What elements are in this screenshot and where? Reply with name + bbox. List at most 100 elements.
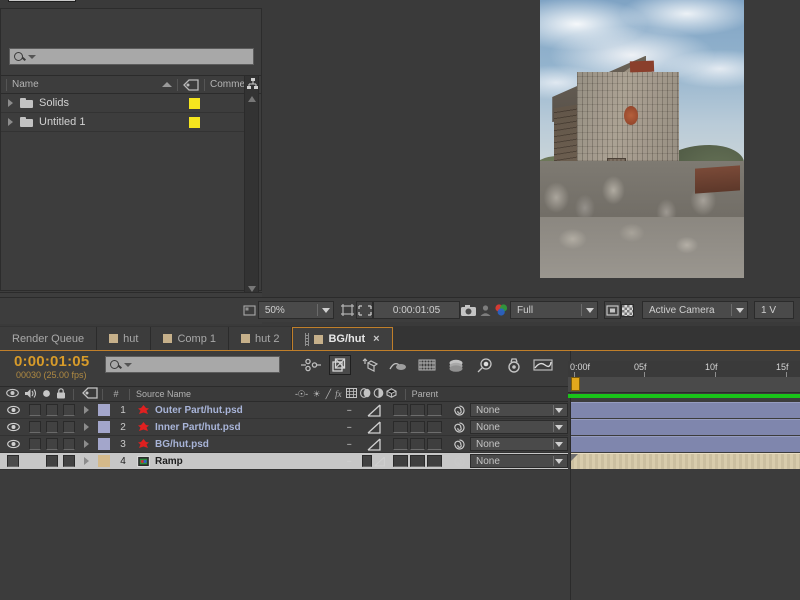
tag-icon[interactable]: [82, 387, 98, 401]
layer-label-swatch[interactable]: [95, 438, 113, 450]
resolution-control[interactable]: Full: [510, 301, 598, 319]
label-color-swatch[interactable]: [189, 98, 200, 109]
layer-source-name[interactable]: BG/hut.psd: [133, 438, 336, 450]
drag-grip-icon[interactable]: [305, 333, 309, 346]
timeline-time-track[interactable]: [568, 377, 800, 393]
region-of-interest-icon[interactable]: [340, 301, 357, 319]
table-row[interactable]: 2 Inner Part/hut.psd -- None: [0, 419, 568, 436]
layer-quality-switch[interactable]: [362, 455, 386, 468]
frame-blend-icon[interactable]: [346, 388, 357, 400]
layer-track-bar[interactable]: [571, 402, 800, 418]
current-time-indicator[interactable]: [571, 377, 580, 391]
magnification-control[interactable]: 50%: [258, 301, 334, 319]
chevron-down-icon[interactable]: [586, 308, 594, 313]
mask-outline-icon[interactable]: [356, 301, 373, 319]
layer-parent-dropdown[interactable]: None: [470, 454, 568, 468]
collapse-icon[interactable]: ☀: [313, 389, 321, 400]
layer-track-bar[interactable]: [571, 419, 800, 435]
column-source-name[interactable]: Source Name: [136, 389, 191, 399]
brainstorm-icon[interactable]: [445, 355, 467, 375]
project-column-name[interactable]: Name: [12, 79, 162, 90]
layer-video-toggle[interactable]: [0, 422, 26, 432]
layer-source-name[interactable]: Inner Part/hut.psd: [133, 421, 336, 433]
project-search-input[interactable]: [9, 48, 254, 65]
table-row[interactable]: 1 Outer Part/hut.psd -- None: [0, 402, 568, 419]
table-row[interactable]: 4 Ramp --: [0, 453, 568, 470]
layer-switch-group[interactable]: [386, 438, 448, 450]
disclosure-triangle-icon[interactable]: [8, 99, 13, 107]
camera-icon[interactable]: [460, 301, 477, 319]
layer-quality-switch[interactable]: [362, 438, 386, 451]
frame-blending-icon[interactable]: [387, 355, 409, 375]
layer-solo-toggle[interactable]: [43, 455, 60, 467]
close-icon[interactable]: ×: [373, 333, 379, 345]
layer-solo-toggle[interactable]: [43, 438, 60, 450]
layer-video-toggle[interactable]: [0, 439, 26, 449]
composition-preview-image[interactable]: [540, 0, 744, 278]
disclosure-triangle-icon[interactable]: [77, 423, 95, 431]
list-item[interactable]: Solids: [1, 94, 244, 113]
transparency-grid-icon[interactable]: [621, 304, 634, 317]
layer-audio-toggle[interactable]: [26, 404, 43, 416]
layer-switch-group[interactable]: [386, 404, 448, 416]
layer-audio-toggle[interactable]: [26, 438, 43, 450]
chevron-down-icon[interactable]: [736, 308, 744, 313]
layer-label-swatch[interactable]: [95, 421, 113, 433]
timeline-ruler[interactable]: 0:00f 05f 10f 15f: [568, 361, 800, 377]
layer-audio-toggle[interactable]: [26, 421, 43, 433]
layer-source-name[interactable]: Ramp: [133, 456, 336, 467]
hide-shy-layers-icon[interactable]: [358, 355, 380, 375]
tab-bg-hut[interactable]: BG/hut ×: [292, 327, 392, 350]
layer-lock-toggle[interactable]: [60, 421, 77, 433]
tab-comp-1[interactable]: Comp 1: [151, 327, 229, 350]
layer-shy-switch[interactable]: --: [336, 422, 362, 432]
layer-solo-toggle[interactable]: [43, 421, 60, 433]
layer-source-name[interactable]: Outer Part/hut.psd: [133, 404, 336, 416]
effects-icon[interactable]: fx: [335, 389, 342, 399]
disclosure-triangle-icon[interactable]: [77, 440, 95, 448]
layer-parent-dropdown[interactable]: None: [470, 403, 568, 417]
parent-pickwhip-icon[interactable]: [448, 455, 470, 468]
timeline-search-input[interactable]: [105, 356, 280, 373]
3d-layer-icon[interactable]: [386, 388, 397, 400]
layer-shy-switch[interactable]: --: [336, 439, 362, 449]
layer-lock-toggle[interactable]: [60, 404, 77, 416]
layer-lock-toggle[interactable]: [60, 438, 77, 450]
timeline-current-time[interactable]: 0:00:01:05: [14, 353, 89, 370]
layer-lock-toggle[interactable]: [60, 455, 77, 467]
layer-quality-switch[interactable]: [362, 404, 386, 417]
project-scrollbar[interactable]: [244, 75, 259, 297]
layer-shy-switch[interactable]: --: [336, 456, 362, 466]
auto-keyframe-icon[interactable]: [503, 355, 525, 375]
scroll-up-icon[interactable]: [248, 96, 256, 102]
tab-hut[interactable]: hut: [97, 327, 151, 350]
viewer-timecode[interactable]: 0:00:01:05: [373, 301, 460, 319]
layer-switch-group[interactable]: [386, 421, 448, 433]
view-layout-control[interactable]: 1 V: [754, 301, 794, 319]
graph-editor-icon[interactable]: [474, 355, 496, 375]
chevron-down-icon[interactable]: [28, 55, 36, 59]
layer-video-toggle[interactable]: [0, 455, 26, 467]
layer-video-toggle[interactable]: [0, 405, 26, 415]
sort-ascending-icon[interactable]: [162, 82, 172, 87]
work-area-bar[interactable]: [568, 394, 800, 398]
disclosure-triangle-icon[interactable]: [77, 457, 95, 465]
layer-label-swatch[interactable]: [95, 455, 113, 467]
region-toggle-icon[interactable]: [604, 301, 621, 319]
parent-pickwhip-icon[interactable]: [448, 421, 470, 434]
speaker-icon[interactable]: [24, 388, 37, 401]
curve-editor-icon[interactable]: [532, 355, 554, 375]
motion-blur-icon[interactable]: [416, 355, 438, 375]
list-item[interactable]: Untitled 1: [1, 113, 244, 132]
hierarchy-icon[interactable]: [246, 77, 259, 91]
show-snapshot-icon[interactable]: [477, 301, 494, 319]
composition-mini-flowchart-icon[interactable]: [300, 355, 322, 375]
parent-pickwhip-icon[interactable]: [448, 438, 470, 451]
layer-quality-switch[interactable]: [362, 421, 386, 434]
eye-icon[interactable]: [6, 388, 19, 400]
column-number[interactable]: #: [107, 389, 125, 399]
tab-hut-2[interactable]: hut 2: [229, 327, 292, 350]
solo-dot-icon[interactable]: [42, 389, 51, 400]
shy-icon[interactable]: -☉-: [295, 389, 308, 400]
parent-pickwhip-icon[interactable]: [448, 404, 470, 417]
